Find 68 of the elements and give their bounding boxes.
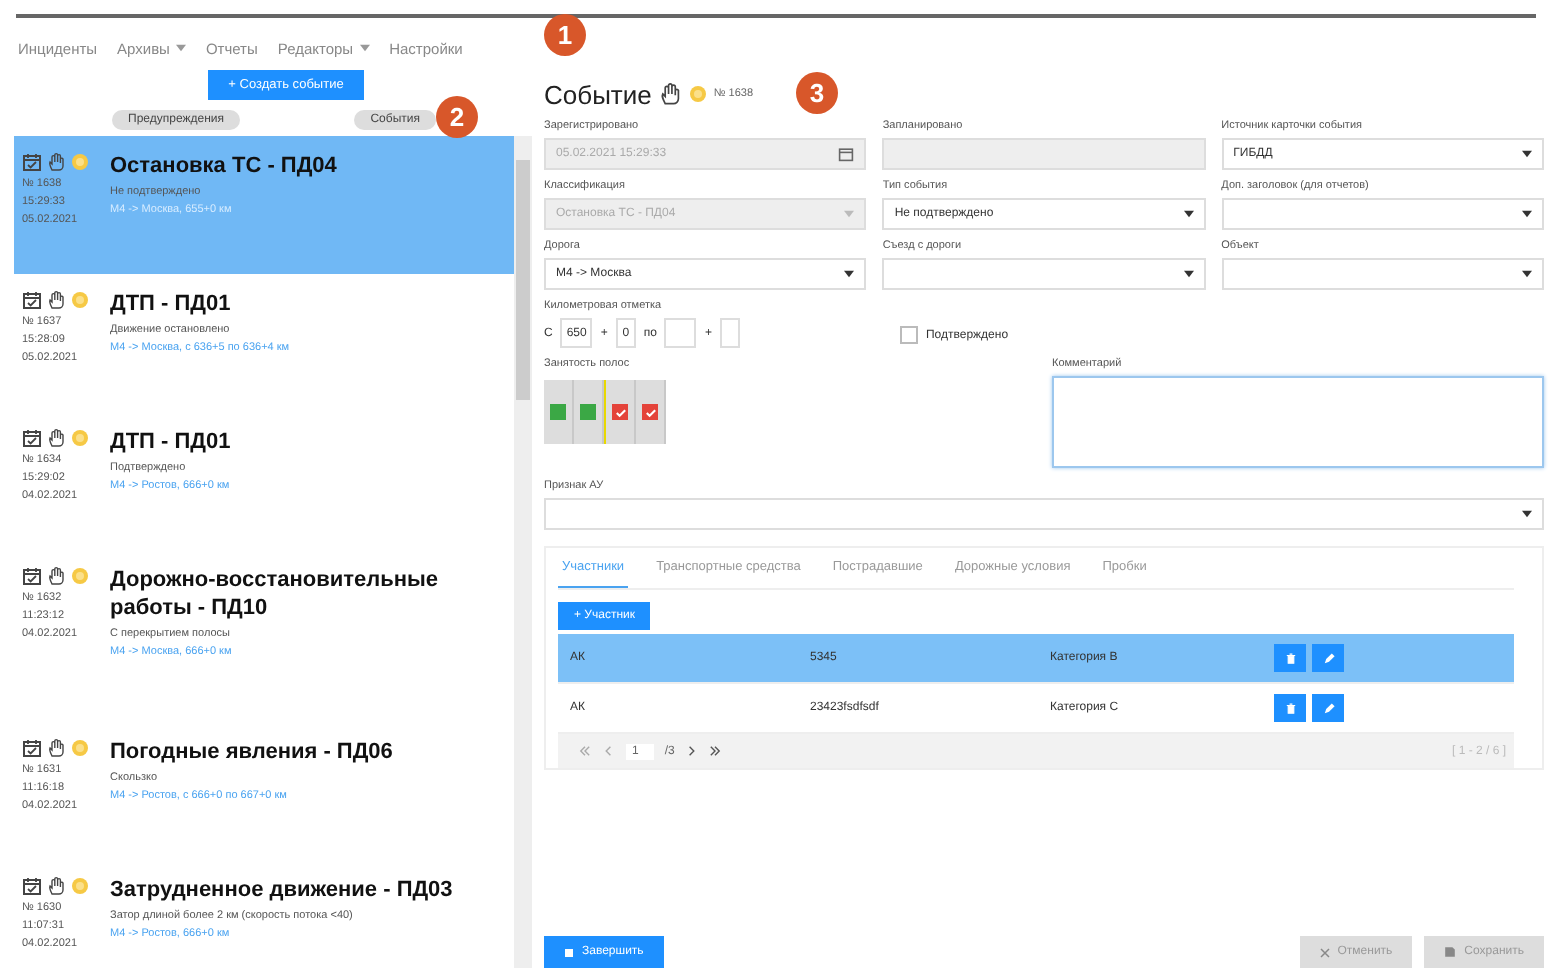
select-field[interactable]: [1221, 258, 1544, 290]
hand-icon: [46, 876, 66, 896]
trash-icon: [1283, 651, 1297, 665]
status-dot-icon: [70, 876, 90, 896]
trash-icon: [1283, 701, 1297, 715]
calendar-check-icon: [22, 152, 42, 172]
event-title: Затрудненное движение - ПД03: [110, 876, 455, 904]
km-input[interactable]: [664, 318, 697, 348]
previous-page-icon[interactable]: [602, 744, 616, 758]
meter-input[interactable]: [719, 318, 740, 348]
checkbox[interactable]: [899, 326, 918, 344]
dropdown-caret-icon: [1521, 150, 1532, 158]
lane-toggle[interactable]: [612, 404, 628, 420]
callout-marker: 3: [796, 72, 838, 114]
select-field[interactable]: [1221, 198, 1544, 230]
status-dot-icon: [70, 152, 90, 172]
event-title: ДТП - ПД01: [110, 290, 233, 318]
calendar-check-icon: [22, 738, 42, 758]
last-page-icon[interactable]: [708, 744, 723, 758]
status-dot-icon: [687, 84, 708, 104]
event-title: Дорожно-восстановительные работы - ПД10: [110, 566, 441, 622]
close-icon: [1319, 947, 1330, 957]
delete-button[interactable]: [1274, 644, 1306, 672]
dropdown-caret-icon: [1521, 270, 1532, 278]
status-dot-icon: [70, 428, 90, 448]
next-page-icon[interactable]: [684, 744, 699, 758]
edit-button[interactable]: [1312, 694, 1344, 722]
stop-icon: [564, 947, 574, 957]
hand-icon: [46, 428, 66, 448]
status-dot-icon: [70, 566, 90, 586]
event-heading: Событие: [544, 79, 652, 109]
callout-marker: 1: [544, 14, 586, 56]
status-dot-icon: [70, 290, 90, 310]
hand-icon: [657, 82, 682, 106]
pencil-icon: [1321, 701, 1335, 715]
caret-icon: [359, 44, 370, 52]
event-title: ДТП - ПД01: [110, 428, 233, 456]
dropdown-caret-icon: [844, 210, 855, 218]
dropdown-caret-icon: [1522, 510, 1532, 518]
lane-toggle[interactable]: [550, 404, 566, 420]
event-title: Остановка ТС - ПД04: [110, 152, 339, 180]
lane-toggle[interactable]: [642, 404, 658, 420]
calendar-check-icon: [22, 290, 42, 310]
first-page-icon[interactable]: [578, 744, 592, 758]
hand-icon: [46, 290, 66, 310]
edit-button[interactable]: [1312, 644, 1344, 672]
select-field[interactable]: [882, 258, 1206, 290]
calendar-icon: [838, 146, 855, 162]
hand-icon: [46, 152, 66, 172]
calendar-check-icon: [22, 876, 42, 896]
calendar-check-icon: [22, 428, 42, 448]
status-dot-icon: [70, 738, 90, 758]
dropdown-caret-icon: [1183, 210, 1194, 218]
delete-button[interactable]: [1274, 694, 1306, 722]
dropdown-caret-icon: [1183, 270, 1194, 278]
dropdown-caret-icon: [1521, 210, 1532, 218]
dropdown-caret-icon: [844, 270, 855, 278]
hand-icon: [46, 738, 66, 758]
lane-toggle[interactable]: [580, 404, 596, 420]
callout-marker: 2: [436, 96, 478, 138]
hand-icon: [46, 566, 66, 586]
pencil-icon: [1321, 651, 1335, 665]
event-title: Погодные явления - ПД06: [110, 738, 395, 766]
comment-textarea[interactable]: [1052, 376, 1544, 468]
select-field[interactable]: [544, 498, 1544, 530]
calendar-check-icon: [22, 566, 42, 586]
scrollbar[interactable]: [514, 136, 532, 968]
caret-icon: [175, 44, 186, 52]
